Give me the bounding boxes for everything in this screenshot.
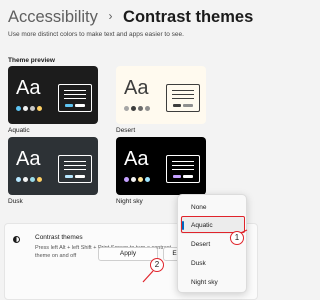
callout-marker-1: 1 [230, 231, 244, 245]
callout-marker-2: 2 [150, 258, 164, 272]
annotation-arrow-2 [142, 270, 154, 283]
annotation-arrows [142, 229, 248, 283]
